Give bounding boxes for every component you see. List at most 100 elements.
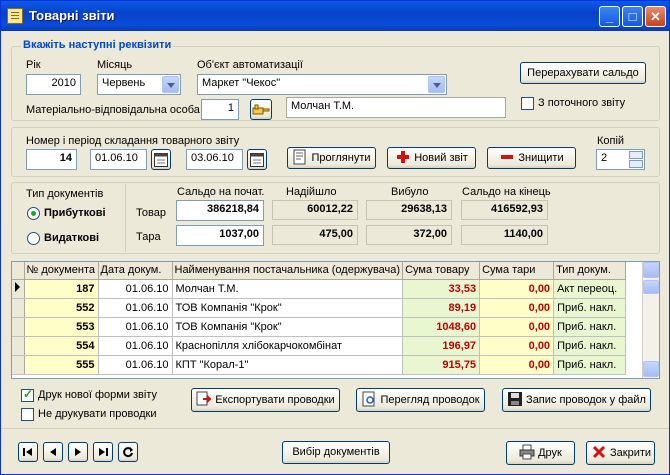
print-button[interactable]: Друк bbox=[506, 441, 575, 465]
col-doc-date[interactable]: Дата докум. bbox=[98, 262, 173, 280]
cell-doc-date: 01.06.10 bbox=[98, 298, 173, 318]
radio-incoming[interactable] bbox=[27, 207, 40, 220]
no-print-entries-label: Не друкувати проводки bbox=[38, 408, 157, 420]
plus-icon bbox=[395, 149, 411, 165]
first-record-button[interactable] bbox=[18, 442, 38, 462]
cell-tare-sum: 0,00 bbox=[479, 317, 555, 337]
print-new-form-checkbox[interactable] bbox=[21, 387, 34, 402]
params-group-title: Вкажіть наступні реквізити bbox=[21, 39, 174, 51]
cell-doc-type: Приб. накл. bbox=[553, 355, 627, 375]
documents-grid[interactable]: № документа Дата докум. Найменування пос… bbox=[11, 261, 660, 379]
month-select[interactable]: Червень bbox=[97, 74, 181, 95]
recalc-button[interactable]: Перерахувати сальдо bbox=[520, 62, 646, 84]
date-to-input[interactable]: 03.06.10 bbox=[186, 149, 243, 170]
cell-doc-date: 01.06.10 bbox=[98, 355, 173, 375]
maximize-icon: □ bbox=[628, 9, 637, 24]
report-number-input[interactable]: 14 bbox=[26, 149, 77, 170]
title-bar[interactable]: Товарні звіти _ □ ✕ bbox=[1, 1, 669, 31]
cell-doc-number: 554 bbox=[24, 336, 99, 356]
month-select-value: Червень bbox=[102, 77, 146, 89]
person-lookup-button[interactable] bbox=[250, 99, 272, 120]
period-label: Номер і період складання товарного звіту bbox=[26, 135, 240, 147]
chevron-down-icon[interactable] bbox=[162, 76, 179, 93]
cell-goods-sum: 915,75 bbox=[402, 355, 481, 375]
copies-value: 2 bbox=[601, 152, 608, 164]
floppy-disk-icon bbox=[507, 391, 523, 407]
close-button[interactable]: Закрити bbox=[586, 441, 655, 465]
grid-header-row: № документа Дата докум. Найменування пос… bbox=[12, 262, 627, 280]
scroll-up-icon[interactable] bbox=[643, 262, 659, 278]
grid-vertical-scrollbar[interactable] bbox=[642, 262, 659, 378]
view-report-icon bbox=[292, 149, 308, 165]
documents-table: № документа Дата докум. Найменування пос… bbox=[12, 262, 627, 375]
export-entries-button[interactable]: Експортувати проводки bbox=[191, 388, 340, 412]
row-indicator-header bbox=[12, 262, 25, 280]
spin-down-icon[interactable] bbox=[629, 160, 643, 168]
table-row[interactable]: 554 01.06.10 Краснопілля хлібокарчокомбіна… bbox=[12, 336, 627, 356]
col-doc-number[interactable]: № документа bbox=[24, 262, 99, 280]
preview-entries-button[interactable]: Перегляд проводок bbox=[356, 388, 485, 412]
cell-doc-number: 555 bbox=[24, 355, 99, 375]
col-tare-sum[interactable]: Сума тари bbox=[479, 262, 555, 280]
footer-divider bbox=[1, 428, 669, 429]
close-window-button[interactable]: ✕ bbox=[645, 6, 666, 27]
prev-record-icon bbox=[50, 448, 56, 456]
save-entries-label: Запис проводок у файл bbox=[526, 394, 646, 406]
last-record-icon bbox=[99, 448, 108, 456]
scroll-down-icon[interactable] bbox=[643, 361, 659, 377]
maximize-button[interactable]: □ bbox=[622, 6, 643, 27]
tare-end-value: 1140,00 bbox=[461, 225, 548, 245]
from-current-checkbox[interactable] bbox=[521, 97, 534, 110]
year-input[interactable]: 2010 bbox=[26, 74, 81, 95]
col-doc-type[interactable]: Тип докум. bbox=[553, 262, 627, 280]
col-supplier-name[interactable]: Найменування постачальника (одержувача) bbox=[172, 262, 404, 280]
chevron-down-icon[interactable] bbox=[428, 76, 445, 93]
minimize-icon: _ bbox=[605, 9, 614, 24]
table-row[interactable]: 553 01.06.10 ТОВ Компанія "Крок" 1048,60 0,0… bbox=[12, 317, 627, 337]
year-label: Рік bbox=[26, 59, 41, 71]
row-indicator bbox=[12, 298, 25, 318]
date-from-calendar-button[interactable] bbox=[151, 149, 171, 170]
new-report-button[interactable]: Новий звіт bbox=[387, 147, 476, 169]
prev-record-button[interactable] bbox=[43, 442, 63, 462]
last-record-button[interactable] bbox=[93, 442, 113, 462]
current-row-arrow-icon bbox=[15, 282, 20, 292]
date-to-calendar-button[interactable] bbox=[247, 149, 267, 170]
select-documents-button[interactable]: Вибір документів bbox=[282, 441, 390, 464]
radio-outgoing-label: Видаткові bbox=[44, 232, 100, 244]
delete-button-label: Знищити bbox=[518, 152, 564, 164]
table-row[interactable]: 552 01.06.10 ТОВ Компанія "Крок" 89,19 0,00 П… bbox=[12, 298, 627, 318]
print-new-form-label: Друк нової форми звіту bbox=[38, 389, 157, 401]
cell-goods-sum: 33,53 bbox=[402, 279, 481, 299]
no-print-entries-checkbox[interactable] bbox=[21, 408, 34, 421]
tare-start-input[interactable]: 1037,00 bbox=[176, 225, 264, 246]
copies-spinner[interactable]: 2 bbox=[596, 149, 645, 170]
person-id-input[interactable]: 1 bbox=[201, 99, 239, 120]
row-indicator bbox=[12, 336, 25, 356]
col-goods-sum[interactable]: Сума товару bbox=[402, 262, 481, 280]
cell-goods-sum: 196,97 bbox=[402, 336, 481, 356]
person-name-field: Молчан Т.М. bbox=[286, 97, 506, 118]
cell-doc-date: 01.06.10 bbox=[98, 336, 173, 356]
scroll-thumb[interactable] bbox=[643, 280, 659, 294]
refresh-button[interactable] bbox=[118, 442, 138, 462]
goods-start-input[interactable]: 386218,84 bbox=[176, 200, 264, 221]
spin-up-icon[interactable] bbox=[629, 151, 643, 159]
export-icon bbox=[196, 391, 212, 407]
table-row[interactable]: 187 01.06.10 Молчан Т.М. 33,53 0,00 Акт перео… bbox=[12, 279, 627, 299]
table-row[interactable]: 555 01.06.10 КПТ "Корал-1" 915,75 0,00 Приб. … bbox=[12, 355, 627, 375]
date-from-input[interactable]: 01.06.10 bbox=[90, 149, 147, 170]
divider bbox=[125, 184, 126, 252]
view-button[interactable]: Проглянути bbox=[287, 147, 376, 169]
radio-outgoing[interactable] bbox=[27, 232, 40, 245]
minimize-button[interactable]: _ bbox=[599, 6, 620, 27]
preview-icon bbox=[361, 391, 377, 407]
tare-label: Тара bbox=[136, 231, 161, 243]
next-record-button[interactable] bbox=[68, 442, 88, 462]
object-select[interactable]: Маркет "Чекос" bbox=[197, 74, 447, 95]
delete-button[interactable]: Знищити bbox=[487, 147, 576, 169]
balance-header-out: Вибуло bbox=[391, 186, 429, 198]
cell-doc-number: 553 bbox=[24, 317, 99, 337]
save-entries-button[interactable]: Запис проводок у файл bbox=[502, 388, 651, 412]
copies-label: Копій bbox=[597, 135, 625, 147]
